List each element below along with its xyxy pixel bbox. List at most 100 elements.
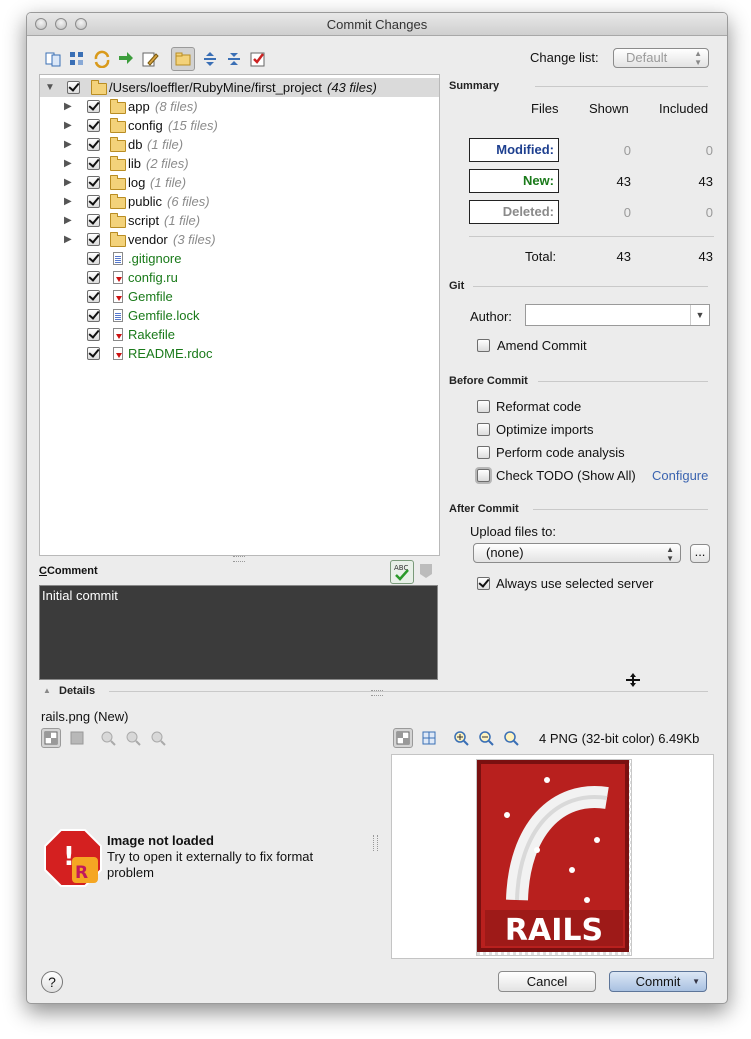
folder-checkbox[interactable] <box>87 214 100 227</box>
zoom-out-icon[interactable] <box>478 730 494 746</box>
modified-included: 0 <box>705 143 713 158</box>
dropdown-arrow-icon[interactable]: ▼ <box>692 972 700 991</box>
collapse-all-icon[interactable] <box>225 50 243 68</box>
file-checkbox[interactable] <box>87 309 100 322</box>
collapsed-arrow-icon[interactable]: ▶ <box>64 192 72 211</box>
folder-icon <box>91 80 107 95</box>
code-analysis-checkbox[interactable] <box>477 446 490 459</box>
tree-file-row[interactable]: .gitignore <box>40 249 439 268</box>
help-button[interactable]: ? <box>41 971 63 993</box>
details-splitter-grip[interactable] <box>371 690 383 696</box>
updown-arrows-icon: ▲ ▼ <box>694 49 702 67</box>
summary-heading: Summary <box>449 80 500 92</box>
new-stat[interactable]: New: <box>469 169 559 193</box>
change-list-value: Default <box>626 50 668 65</box>
select-icon[interactable] <box>249 50 267 68</box>
tree-file-row[interactable]: config.ru <box>40 268 439 287</box>
grid-icon[interactable] <box>421 730 437 746</box>
file-checkbox[interactable] <box>87 347 100 360</box>
dropdown-arrow-icon[interactable]: ▼ <box>690 305 709 325</box>
folder-checkbox[interactable] <box>87 100 100 113</box>
file-checkbox[interactable] <box>87 328 100 341</box>
tree-folder-row[interactable]: ▶ public (6 files) <box>40 192 439 211</box>
folder-checkbox[interactable] <box>87 176 100 189</box>
changes-tree[interactable]: ▼ /Users/loeffler/RubyMine/first_project… <box>39 74 440 556</box>
author-combobox[interactable]: ▼ <box>525 304 710 326</box>
collapsed-arrow-icon[interactable]: ▶ <box>64 230 72 249</box>
amend-commit-checkbox[interactable] <box>477 339 490 352</box>
viewer-splitter-grip[interactable] <box>373 835 378 851</box>
folder-checkbox[interactable] <box>87 233 100 246</box>
folder-count: (1 file) <box>147 137 184 152</box>
diff-icon[interactable] <box>44 50 62 68</box>
image-info: 4 PNG (32-bit color) 6.49Kb <box>539 731 700 746</box>
spellcheck-icon[interactable]: ABC <box>390 560 414 584</box>
root-checkbox[interactable] <box>67 81 80 94</box>
comment-textarea[interactable]: Initial commit <box>39 585 438 680</box>
collapsed-arrow-icon[interactable]: ▶ <box>64 135 72 154</box>
zoom-in-icon[interactable] <box>100 730 116 746</box>
configure-link[interactable]: Configure <box>652 468 708 483</box>
upload-server-select[interactable]: (none) ▲ ▼ <box>473 543 681 563</box>
folder-checkbox[interactable] <box>87 138 100 151</box>
zoom-in-icon[interactable] <box>453 730 469 746</box>
tree-folder-row[interactable]: ▶ log (1 file) <box>40 173 439 192</box>
tree-file-row[interactable]: Gemfile <box>40 287 439 306</box>
actual-size-icon[interactable] <box>150 730 166 746</box>
collapsed-arrow-icon[interactable]: ▶ <box>64 211 72 230</box>
tree-folder-row[interactable]: ▶ script (1 file) <box>40 211 439 230</box>
optimize-imports-checkbox[interactable] <box>477 423 490 436</box>
collapsed-arrow-icon[interactable]: ▶ <box>64 116 72 135</box>
history-icon[interactable] <box>418 562 434 580</box>
cancel-button[interactable]: Cancel <box>498 971 596 992</box>
folder-icon <box>110 175 126 190</box>
check-todo-checkbox[interactable] <box>477 469 490 482</box>
commit-changes-dialog: Commit Changes Change list: Default ▲ ▼ ▼ <box>26 12 728 1004</box>
file-checkbox[interactable] <box>87 271 100 284</box>
tree-folder-row[interactable]: ▶ config (15 files) <box>40 116 439 135</box>
reformat-code-checkbox[interactable] <box>477 400 490 413</box>
tree-folder-row[interactable]: ▶ lib (2 files) <box>40 154 439 173</box>
tree-file-row[interactable]: Rakefile <box>40 325 439 344</box>
deleted-shown: 0 <box>623 205 631 220</box>
modified-stat[interactable]: Modified: <box>469 138 559 162</box>
details-divider <box>109 691 708 692</box>
tree-root-row[interactable]: ▼ /Users/loeffler/RubyMine/first_project… <box>40 78 439 97</box>
zoom-out-icon[interactable] <box>125 730 141 746</box>
modified-shown: 0 <box>623 143 631 158</box>
tree-file-row[interactable]: README.rdoc <box>40 344 439 363</box>
splitter-grip[interactable] <box>233 556 245 562</box>
grid-icon[interactable] <box>69 730 85 746</box>
folder-icon <box>110 232 126 247</box>
actual-size-icon[interactable] <box>503 730 519 746</box>
change-list-select[interactable]: Default ▲ ▼ <box>613 48 709 68</box>
folder-checkbox[interactable] <box>87 157 100 170</box>
file-checkbox[interactable] <box>87 252 100 265</box>
file-checkbox[interactable] <box>87 290 100 303</box>
edit-icon[interactable] <box>141 50 159 68</box>
move-icon[interactable] <box>117 50 135 68</box>
tree-folder-row[interactable]: ▶ db (1 file) <box>40 135 439 154</box>
expand-all-icon[interactable] <box>201 50 219 68</box>
tree-file-row[interactable]: Gemfile.lock <box>40 306 439 325</box>
collapsed-arrow-icon[interactable]: ▶ <box>64 173 72 192</box>
always-use-server-checkbox[interactable] <box>477 577 490 590</box>
folder-checkbox[interactable] <box>87 119 100 132</box>
collapse-arrow-icon[interactable]: ▲ <box>43 686 51 695</box>
chessboard-icon[interactable] <box>393 728 413 748</box>
commit-button[interactable]: Commit ▼ <box>609 971 707 992</box>
tree-folder-row[interactable]: ▶ app (8 files) <box>40 97 439 116</box>
group-icon[interactable] <box>68 50 86 68</box>
expanded-arrow-icon[interactable]: ▼ <box>45 78 55 97</box>
deleted-stat[interactable]: Deleted: <box>469 200 559 224</box>
deleted-included: 0 <box>705 205 713 220</box>
refresh-icon[interactable] <box>93 50 111 68</box>
folder-view-icon[interactable] <box>171 47 195 71</box>
folder-checkbox[interactable] <box>87 195 100 208</box>
image-preview-panel[interactable]: RAILS <box>391 754 714 959</box>
collapsed-arrow-icon[interactable]: ▶ <box>64 97 72 116</box>
chessboard-icon[interactable] <box>41 728 61 748</box>
browse-servers-button[interactable]: ... <box>690 544 710 563</box>
collapsed-arrow-icon[interactable]: ▶ <box>64 154 72 173</box>
tree-folder-row[interactable]: ▶ vendor (3 files) <box>40 230 439 249</box>
